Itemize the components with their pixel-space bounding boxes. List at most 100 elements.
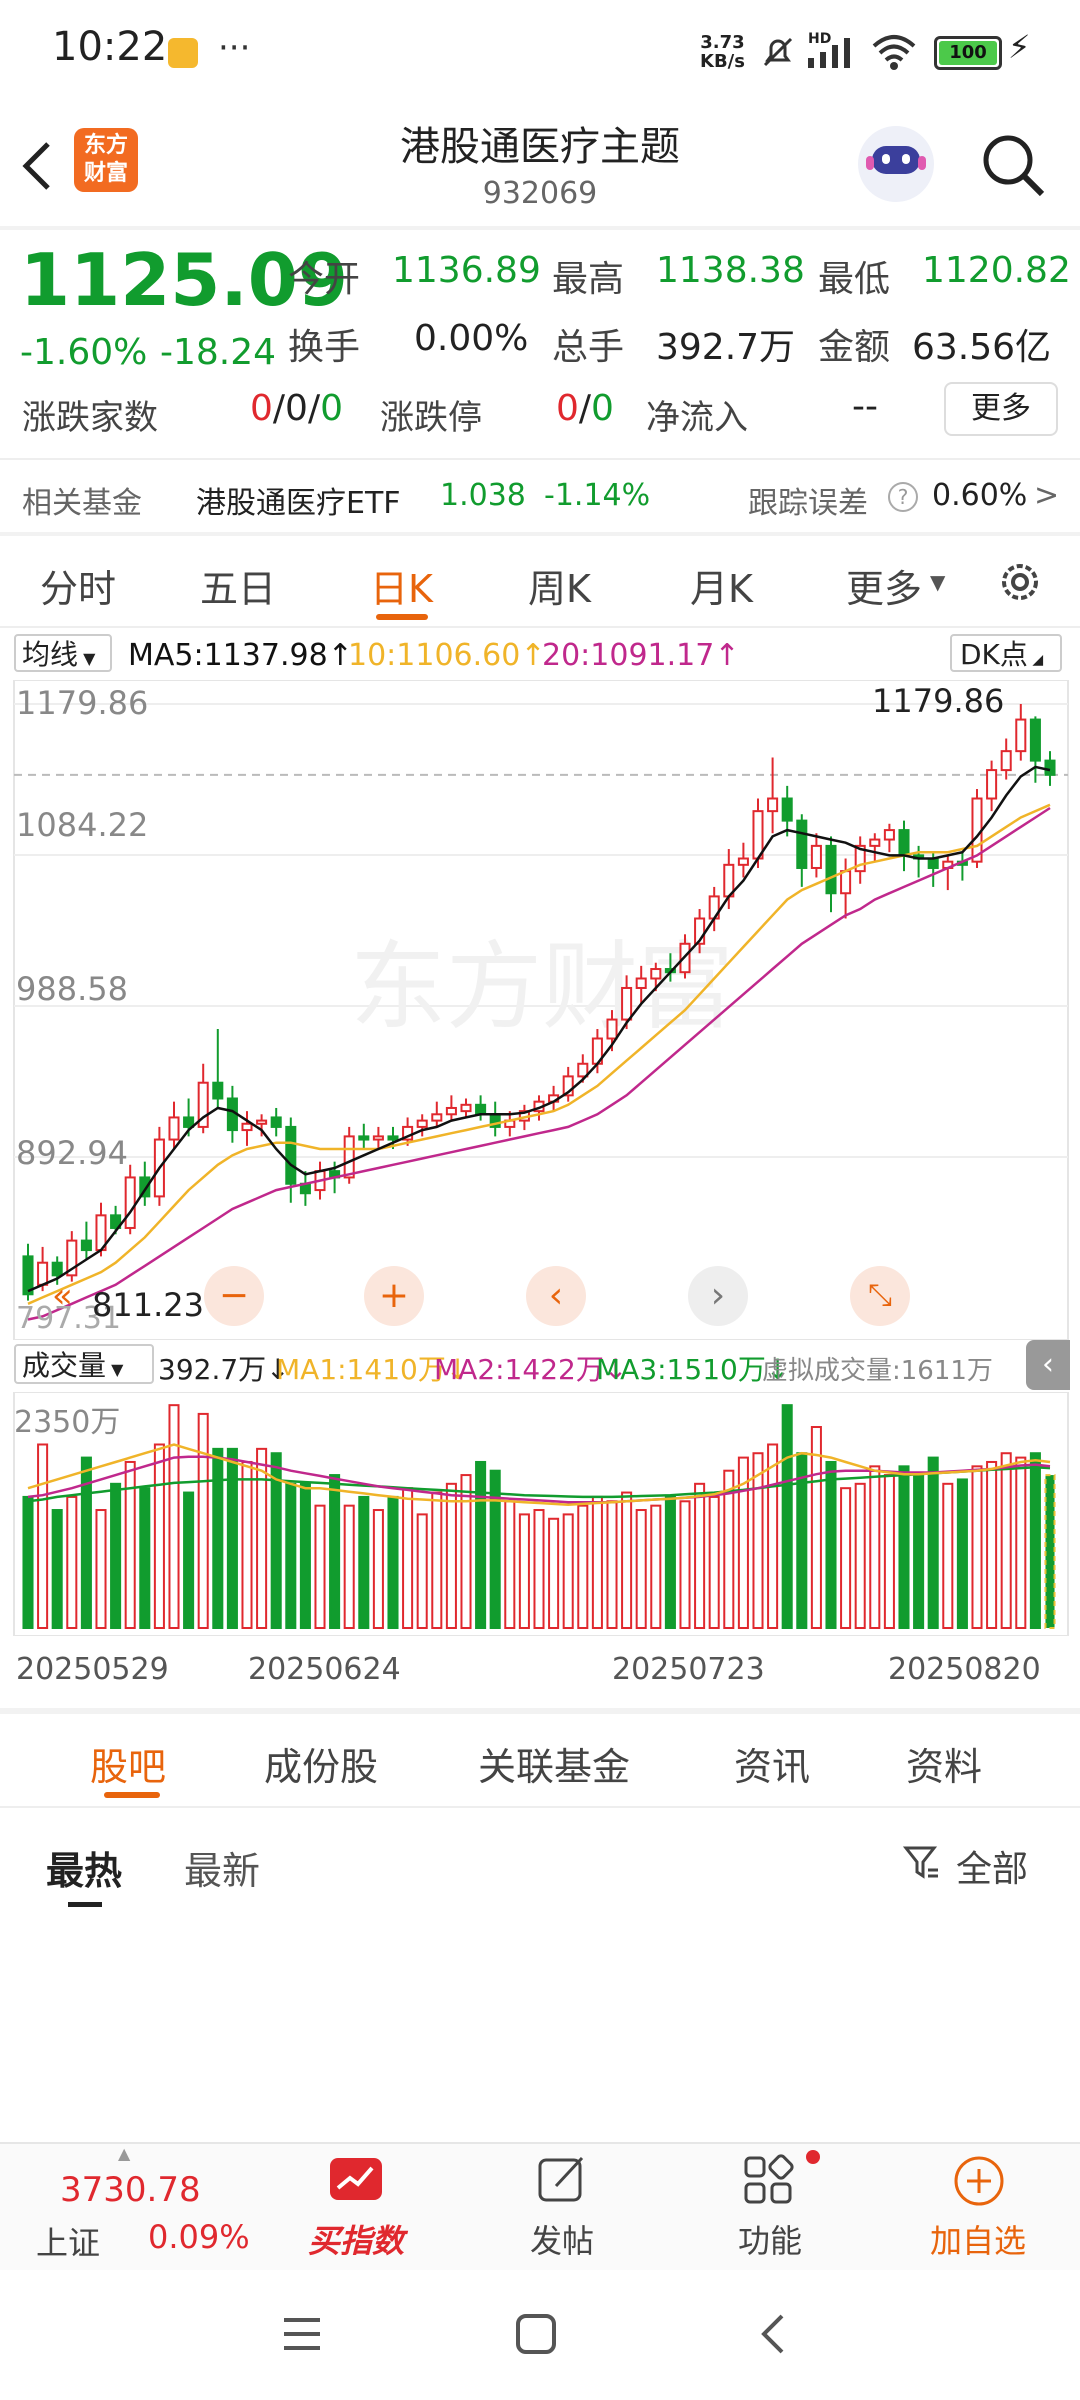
volume-bar [913, 1474, 925, 1630]
chevron-right-icon[interactable]: > [1034, 478, 1059, 513]
y-label-4: 892.94 [16, 1134, 128, 1172]
filter-icon[interactable] [902, 1842, 942, 1882]
volume-bar [591, 1495, 603, 1629]
related-fund-row[interactable]: 相关基金 港股通医疗ETF 1.038 -1.14% 跟踪误差 ? 0.60% … [0, 460, 1080, 530]
ma20-line [27, 806, 1051, 1321]
tab-weekly-k[interactable]: 周K [528, 558, 591, 613]
functions-label[interactable]: 功能 [690, 2216, 850, 2262]
tab-daily-k[interactable]: 日K [370, 558, 433, 613]
fullscreen-button[interactable]: ⤡ [850, 1266, 910, 1326]
volume-bar [971, 1465, 983, 1630]
candle [124, 1176, 136, 1229]
gear-icon[interactable] [994, 556, 1046, 608]
tab-hottest[interactable]: 最热 [46, 1840, 122, 1895]
ma-selector[interactable]: 均线 ▼ [14, 634, 112, 672]
apps-grid-icon[interactable] [742, 2154, 796, 2208]
volume-bar [431, 1491, 443, 1630]
kline-chart[interactable]: 东方财富 1179.86 1084.22 988.58 892.94 797.3… [0, 680, 1080, 1340]
candle [606, 1018, 618, 1040]
volume-bar [810, 1426, 822, 1629]
active-tab-indicator [376, 614, 428, 620]
tab-monthly-k[interactable]: 月K [690, 558, 753, 613]
dk-point-button[interactable]: DK点 ◢ [950, 634, 1062, 672]
volume-bar [110, 1482, 122, 1630]
add-watchlist-label[interactable]: 加自选 [898, 2216, 1058, 2262]
scroll-right-button[interactable]: › [688, 1266, 748, 1326]
tab-related-funds[interactable]: 关联基金 [478, 1736, 630, 1791]
candle [1044, 759, 1056, 776]
candle [212, 1081, 224, 1100]
back-nav-icon[interactable] [752, 2312, 796, 2356]
volume-y-label: 2350万 [14, 1405, 120, 1440]
more-button[interactable]: 更多 [944, 382, 1058, 436]
x-axis: 20250529 20250624 20250723 20250820 [0, 1648, 1080, 1698]
volume-chart[interactable]: 2350万 [0, 1392, 1080, 1636]
tab-intraday[interactable]: 分时 [40, 558, 116, 613]
candle [796, 819, 808, 869]
volume-bar [475, 1460, 487, 1629]
home-icon[interactable] [514, 2312, 558, 2356]
breadth-values: 0/0/0 [250, 388, 343, 429]
info-icon[interactable]: ? [888, 482, 918, 512]
tab-five-day[interactable]: 五日 [200, 558, 276, 613]
index-change: 0.09% [148, 2218, 250, 2256]
volume-bar [37, 1443, 49, 1629]
edit-post-icon[interactable] [536, 2154, 588, 2206]
candle [475, 1103, 487, 1116]
volume-bar [314, 1504, 326, 1629]
menu-icon[interactable] [280, 2312, 324, 2356]
charging-icon: ⚡ [1008, 28, 1031, 66]
tab-more[interactable]: 更多 [846, 558, 922, 613]
volume-bar [1000, 1452, 1012, 1629]
tab-profile[interactable]: 资料 [906, 1736, 982, 1791]
tab-constituents[interactable]: 成份股 [264, 1736, 378, 1791]
candle [241, 1122, 253, 1132]
candle [416, 1119, 428, 1128]
volume-bar [241, 1460, 253, 1629]
candle [372, 1135, 384, 1141]
quote-panel: 1125.09 -1.60% -18.24 今开 1136.89 最高 1138… [0, 230, 1080, 450]
change-percent: -1.60% [20, 332, 148, 373]
volume-bar [767, 1443, 779, 1629]
collapse-left-icon[interactable]: « [52, 1276, 73, 1316]
filter-label[interactable]: 全部 [956, 1840, 1028, 1892]
tab-guba[interactable]: 股吧 [90, 1736, 166, 1791]
change-value: -18.24 [160, 332, 277, 373]
volume-selector[interactable]: 成交量 ▼ [14, 1344, 154, 1384]
zoom-out-button[interactable]: − [204, 1266, 264, 1326]
volume-bar [168, 1404, 180, 1630]
tab-latest[interactable]: 最新 [184, 1840, 260, 1895]
x-label-3: 20250723 [612, 1652, 765, 1687]
system-nav-bar [0, 2270, 1080, 2400]
ma10-value: 10:1106.60↑ [348, 638, 546, 673]
post-label[interactable]: 发帖 [482, 2216, 642, 2262]
scroll-left-button[interactable]: ‹ [526, 1266, 586, 1326]
index-value[interactable]: 3730.78 [60, 2170, 201, 2210]
volume-bar [445, 1482, 457, 1630]
search-icon[interactable] [980, 132, 1048, 200]
add-watchlist-icon[interactable] [952, 2154, 1006, 2208]
wifi-icon [872, 35, 916, 70]
volume-bar [416, 1513, 428, 1629]
volume-bar [402, 1487, 414, 1629]
buy-index-label[interactable]: 买指数 [276, 2216, 436, 2262]
tab-news[interactable]: 资讯 [734, 1736, 810, 1791]
robot-assistant-avatar[interactable] [858, 126, 934, 202]
collapse-panel-button[interactable]: ‹ [1026, 1340, 1070, 1390]
limit-label: 涨跌停 [380, 398, 482, 438]
candle [445, 1106, 457, 1116]
trend-chart-icon[interactable] [326, 2156, 386, 2208]
notification-dot [806, 2150, 820, 2164]
volume-bar [387, 1495, 399, 1629]
volume-bar [606, 1500, 618, 1629]
battery-icon: 100 [934, 36, 1002, 70]
volume-bar [621, 1491, 633, 1630]
volume-bar [694, 1482, 706, 1630]
volume-header: 成交量 ▼ 392.7万↓ MA1:1410万↓ MA2:1422万↓ MA3:… [0, 1340, 1080, 1390]
ma20-value: 20:1091.17↑ [542, 638, 740, 673]
amount-label: 金额 [818, 327, 891, 368]
bottom-nav: ▲ 3730.78 上证 0.09% 买指数 发帖 功能 加自选 [0, 2144, 1080, 2270]
candle [621, 986, 633, 1021]
ma10-line [27, 803, 1051, 1305]
zoom-in-button[interactable]: + [364, 1266, 424, 1326]
